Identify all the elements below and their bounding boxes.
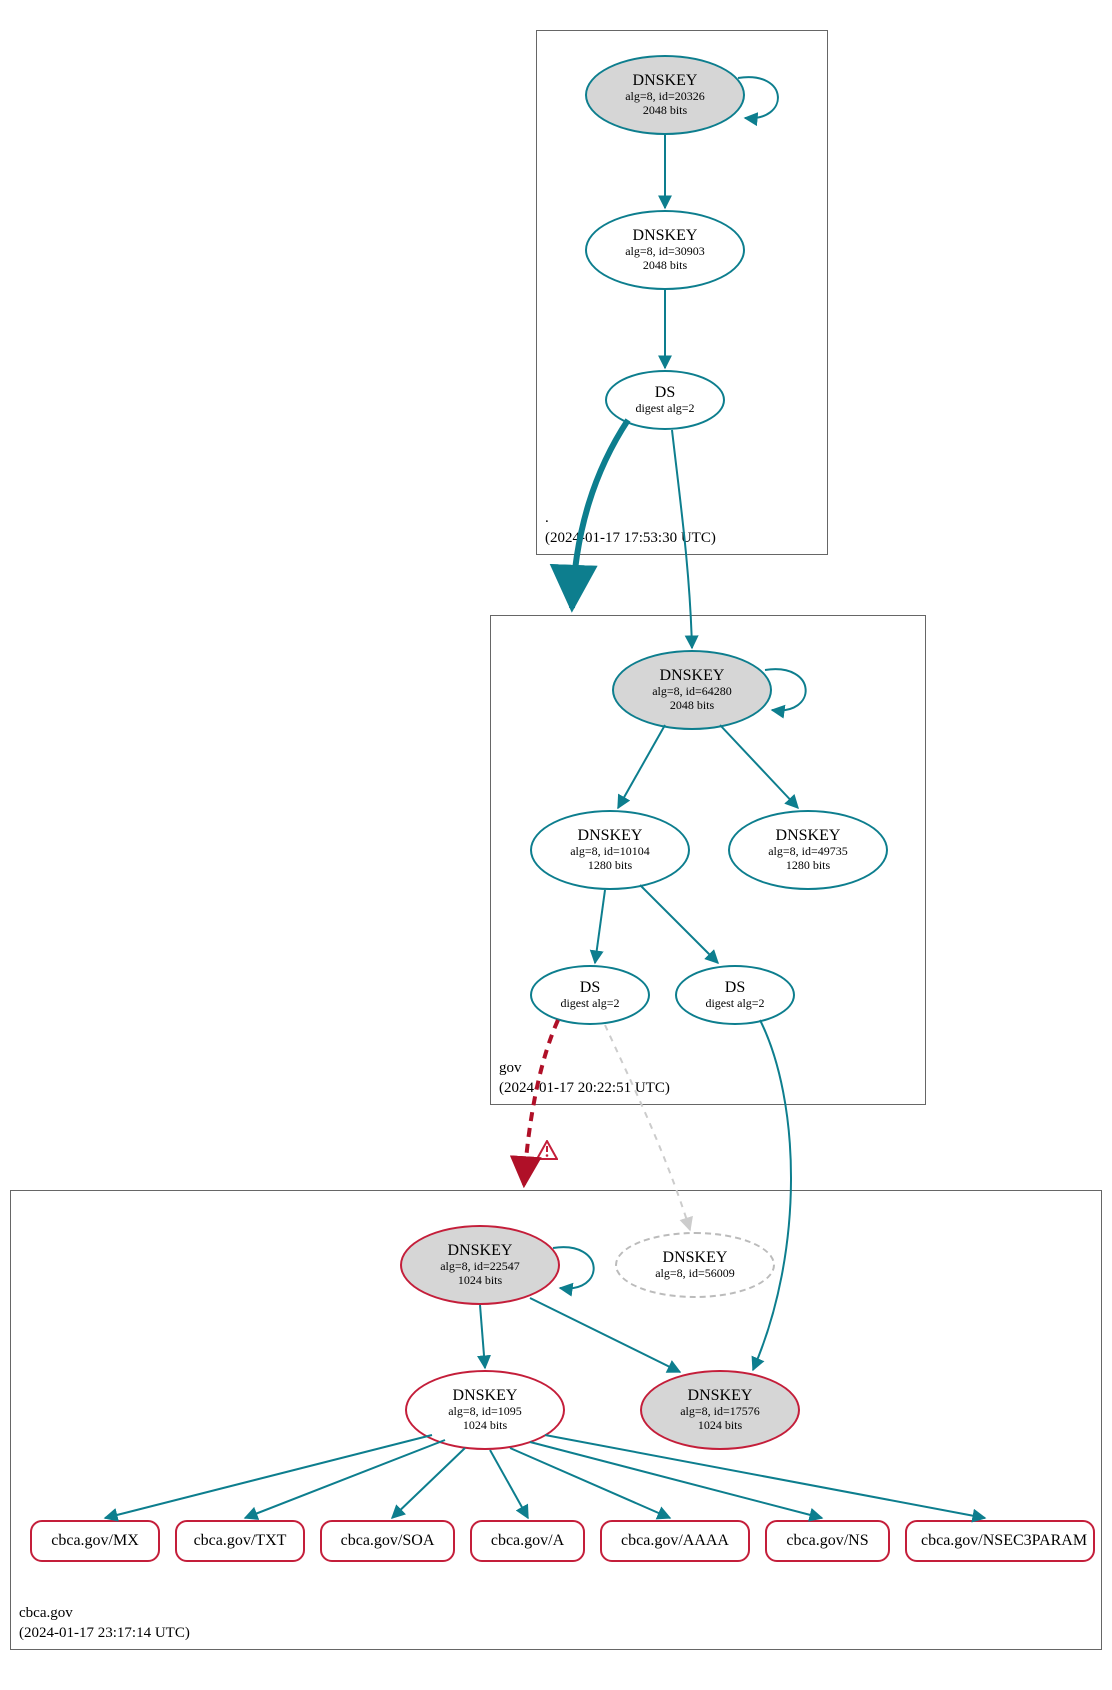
warning-icon (536, 1140, 558, 1160)
node-title: DNSKEY (633, 227, 698, 245)
gov-ds1-node: DS digest alg=2 (530, 965, 650, 1025)
zone-cbca-label: cbca.gov (2024-01-17 23:17:14 UTC) (19, 1603, 190, 1644)
node-line1: alg=8, id=17576 (680, 1405, 760, 1419)
node-title: DS (725, 979, 745, 997)
node-line1: digest alg=2 (635, 402, 694, 416)
zone-root-label: . (2024-01-17 17:53:30 UTC) (545, 508, 716, 549)
rrset-nsec: cbca.gov/NSEC3PARAM (905, 1520, 1095, 1562)
node-line2: 2048 bits (643, 104, 687, 118)
zone-ts: (2024-01-17 23:17:14 UTC) (19, 1625, 190, 1641)
node-title: DNSKEY (578, 827, 643, 845)
zone-name: gov (499, 1060, 522, 1076)
root-zsk-node: DNSKEY alg=8, id=30903 2048 bits (585, 210, 745, 290)
node-line2: 1024 bits (458, 1274, 502, 1288)
node-title: DNSKEY (453, 1387, 518, 1405)
gov-zsk1-node: DNSKEY alg=8, id=10104 1280 bits (530, 810, 690, 890)
node-line1: alg=8, id=22547 (440, 1260, 520, 1274)
rrset-aaaa: cbca.gov/AAAA (600, 1520, 750, 1562)
node-line2: 1024 bits (463, 1419, 507, 1433)
zone-gov-label: gov (2024-01-17 20:22:51 UTC) (499, 1058, 670, 1099)
cbca-extra-node: DNSKEY alg=8, id=17576 1024 bits (640, 1370, 800, 1450)
node-line2: 2048 bits (643, 259, 687, 273)
node-title: DNSKEY (660, 667, 725, 685)
node-line1: alg=8, id=56009 (655, 1267, 735, 1281)
node-title: DNSKEY (448, 1242, 513, 1260)
zone-name: cbca.gov (19, 1605, 73, 1621)
node-line2: 1280 bits (786, 859, 830, 873)
zone-name: . (545, 510, 549, 526)
rrset-a: cbca.gov/A (470, 1520, 585, 1562)
node-title: DNSKEY (663, 1249, 728, 1267)
root-ksk-node: DNSKEY alg=8, id=20326 2048 bits (585, 55, 745, 135)
cbca-ksk-node: DNSKEY alg=8, id=22547 1024 bits (400, 1225, 560, 1305)
node-line1: digest alg=2 (560, 997, 619, 1011)
node-line1: alg=8, id=64280 (652, 685, 732, 699)
node-line2: 1280 bits (588, 859, 632, 873)
node-line1: alg=8, id=49735 (768, 845, 848, 859)
cbca-grey-node: DNSKEY alg=8, id=56009 (615, 1232, 775, 1298)
rrset-soa: cbca.gov/SOA (320, 1520, 455, 1562)
zone-ts: (2024-01-17 20:22:51 UTC) (499, 1080, 670, 1096)
gov-zsk2-node: DNSKEY alg=8, id=49735 1280 bits (728, 810, 888, 890)
zone-ts: (2024-01-17 17:53:30 UTC) (545, 530, 716, 546)
rrset-txt: cbca.gov/TXT (175, 1520, 305, 1562)
node-line1: alg=8, id=20326 (625, 90, 705, 104)
cbca-zsk-node: DNSKEY alg=8, id=1095 1024 bits (405, 1370, 565, 1450)
node-line2: 1024 bits (698, 1419, 742, 1433)
node-title: DNSKEY (776, 827, 841, 845)
node-line1: alg=8, id=10104 (570, 845, 650, 859)
rrset-mx: cbca.gov/MX (30, 1520, 160, 1562)
root-ds-node: DS digest alg=2 (605, 370, 725, 430)
node-line1: digest alg=2 (705, 997, 764, 1011)
node-line1: alg=8, id=30903 (625, 245, 705, 259)
gov-ksk-node: DNSKEY alg=8, id=64280 2048 bits (612, 650, 772, 730)
node-title: DNSKEY (633, 72, 698, 90)
rrset-ns: cbca.gov/NS (765, 1520, 890, 1562)
node-title: DNSKEY (688, 1387, 753, 1405)
node-title: DS (655, 384, 675, 402)
gov-ds2-node: DS digest alg=2 (675, 965, 795, 1025)
node-line2: 2048 bits (670, 699, 714, 713)
node-line1: alg=8, id=1095 (448, 1405, 522, 1419)
node-title: DS (580, 979, 600, 997)
